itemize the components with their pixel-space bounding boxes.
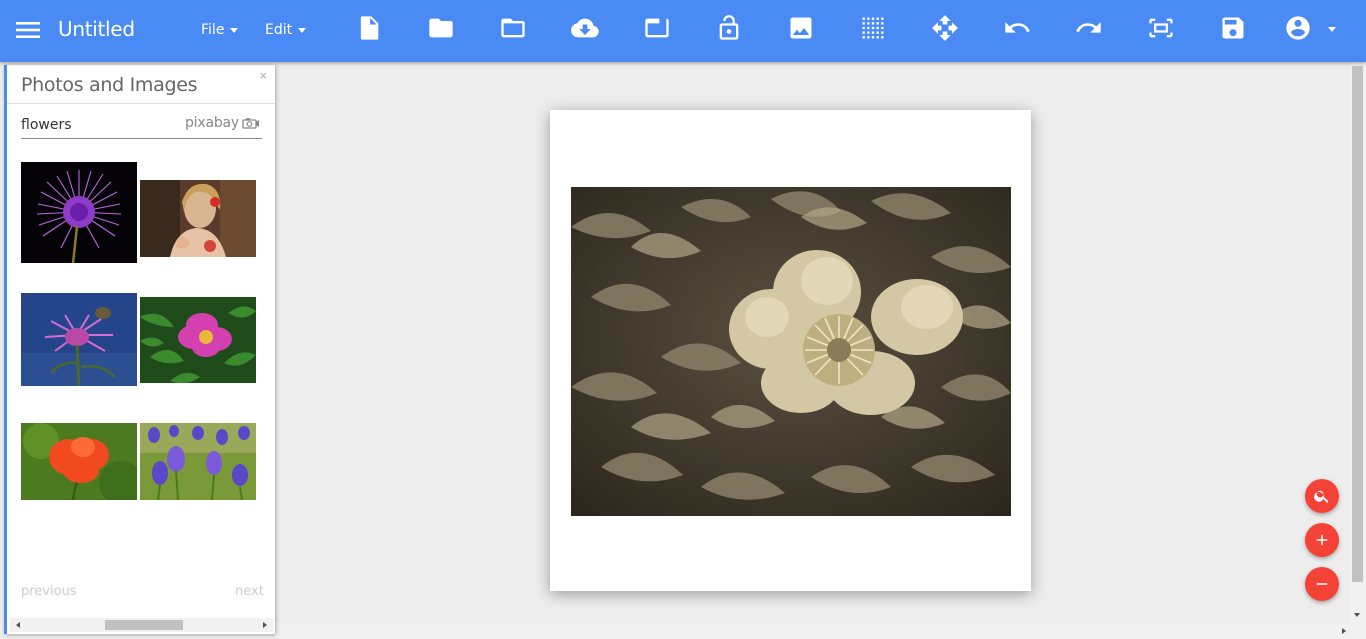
image-icon[interactable] — [787, 14, 815, 42]
minus-icon — [1316, 583, 1328, 585]
previous-page-link[interactable]: previous — [21, 584, 77, 599]
chevron-down-icon — [230, 27, 239, 33]
window-icon[interactable] — [643, 14, 671, 42]
thumbnail-purple-iris[interactable] — [140, 423, 256, 500]
redo-icon[interactable] — [1075, 14, 1103, 42]
undo-icon[interactable] — [1003, 14, 1031, 42]
zoom-search-button[interactable] — [1305, 479, 1339, 513]
lock-open-icon[interactable] — [715, 14, 743, 42]
account-chevron-down-icon[interactable] — [1328, 27, 1336, 32]
close-icon[interactable]: × — [259, 68, 267, 83]
save-icon[interactable] — [1219, 14, 1247, 42]
scrollbar-thumb[interactable] — [105, 620, 183, 630]
document-title[interactable]: Untitled — [58, 17, 135, 41]
camera-icon — [242, 118, 259, 129]
folder-icon[interactable] — [427, 14, 455, 42]
zoom-out-button[interactable] — [1305, 567, 1339, 601]
search-field: pixabay — [21, 115, 262, 139]
scroll-right-icon[interactable] — [1342, 628, 1346, 634]
search-input[interactable] — [21, 115, 181, 135]
top-toolbar: Untitled File Edit — [0, 0, 1366, 62]
scroll-down-icon[interactable] — [1354, 613, 1360, 617]
file-menu[interactable]: File — [201, 22, 239, 38]
panel-horizontal-scrollbar[interactable] — [10, 618, 273, 632]
photos-panel: Photos and Images × pixabay — [4, 65, 275, 634]
thumbnail-orange-poppy[interactable] — [21, 423, 137, 500]
design-canvas[interactable] — [550, 110, 1031, 591]
search-icon — [1314, 490, 1329, 504]
thumbnail-purple-thistle[interactable] — [21, 162, 137, 263]
fit-screen-icon[interactable] — [1147, 14, 1175, 42]
hamburger-menu-icon[interactable] — [13, 17, 43, 43]
thumbnail-pink-cornflower[interactable] — [21, 293, 137, 386]
file-menu-label: File — [201, 22, 225, 38]
next-page-link[interactable]: next — [235, 584, 264, 599]
move-icon[interactable] — [931, 14, 959, 42]
scroll-right-icon[interactable] — [263, 622, 267, 628]
account-icon[interactable] — [1284, 14, 1312, 42]
thumbnail-woman-flower[interactable] — [140, 180, 256, 257]
edit-menu-label: Edit — [265, 22, 293, 38]
canvas-photo[interactable] — [571, 187, 1011, 516]
plus-icon — [1316, 534, 1328, 546]
thumbnail-pink-peony[interactable] — [140, 297, 256, 383]
provider-label: pixabay — [185, 115, 239, 131]
cloud-download-icon[interactable] — [571, 14, 599, 42]
canvas-vertical-scrollbar[interactable] — [1349, 62, 1366, 623]
divider — [7, 103, 275, 104]
canvas-horizontal-scrollbar[interactable] — [275, 623, 1366, 639]
edit-menu[interactable]: Edit — [265, 22, 307, 38]
chevron-down-icon — [298, 27, 307, 33]
zoom-in-button[interactable] — [1305, 523, 1339, 557]
provider-logo: pixabay — [185, 115, 260, 131]
panel-title: Photos and Images — [21, 74, 198, 96]
folder-open-icon[interactable] — [499, 14, 527, 42]
grid-icon[interactable] — [859, 14, 887, 42]
scroll-left-icon[interactable] — [16, 622, 20, 628]
scrollbar-thumb[interactable] — [1352, 66, 1363, 582]
new-document-icon[interactable] — [355, 14, 383, 42]
